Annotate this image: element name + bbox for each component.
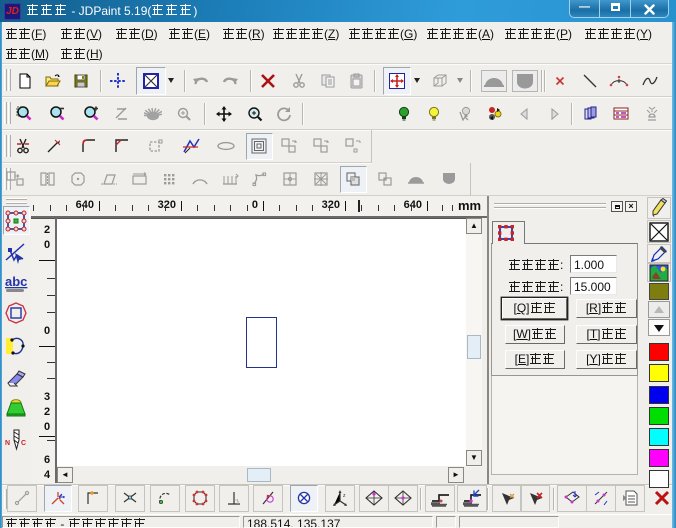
svg-text:N: N bbox=[5, 440, 10, 447]
svg-text:z: z bbox=[343, 493, 346, 499]
svg-text:C: C bbox=[21, 440, 26, 447]
svg-text:abc: abc bbox=[5, 274, 27, 289]
